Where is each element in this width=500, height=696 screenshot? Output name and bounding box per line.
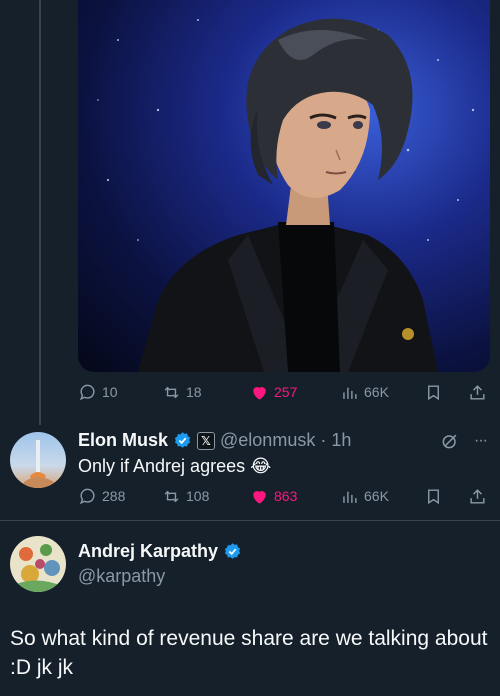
time-separator: · — [320, 430, 327, 450]
more-options-icon[interactable]: ··· — [474, 432, 488, 450]
author-name[interactable]: Elon Musk — [78, 430, 168, 451]
views-button[interactable]: 66K — [340, 484, 389, 508]
reply-header: Elon Musk 𝕏 @elonmusk · 1h — [78, 430, 351, 451]
share-icon — [470, 488, 485, 504]
grok-icon[interactable] — [440, 431, 460, 451]
share-button[interactable] — [468, 484, 487, 508]
repost-count: 18 — [186, 384, 202, 400]
views-icon — [343, 387, 357, 399]
repost-button[interactable]: 108 — [162, 484, 209, 508]
reply-button[interactable]: 10 — [78, 380, 118, 404]
share-button[interactable] — [468, 380, 487, 404]
main-tweet-text: So what kind of revenue share are we tal… — [10, 627, 488, 679]
x-affiliate-icon: 𝕏 — [197, 431, 216, 450]
reply-icon — [79, 384, 95, 400]
bookmark-button[interactable] — [424, 484, 443, 508]
author-name[interactable]: Andrej Karpathy — [78, 541, 218, 562]
bookmark-button[interactable] — [424, 380, 443, 404]
heart-icon — [253, 490, 266, 504]
main-tweet-header: Andrej Karpathy — [78, 541, 242, 562]
reply-count: 10 — [102, 384, 118, 400]
views-count: 66K — [364, 384, 389, 400]
like-count: 257 — [274, 384, 298, 400]
reply-text-content: Only if Andrej agrees — [78, 456, 246, 476]
reply-count: 288 — [102, 488, 126, 504]
repost-button[interactable]: 18 — [162, 380, 202, 404]
divider — [0, 520, 500, 521]
like-button[interactable]: 863 — [250, 484, 297, 508]
reply-icon — [79, 488, 95, 504]
author-handle[interactable]: @elonmusk — [220, 430, 315, 451]
avatar[interactable] — [10, 536, 66, 592]
views-icon — [343, 491, 357, 503]
repost-count: 108 — [186, 488, 210, 504]
heart-icon — [253, 386, 266, 400]
verified-badge-icon — [223, 542, 242, 561]
views-button[interactable]: 66K — [340, 380, 389, 404]
views-count: 66K — [364, 488, 389, 504]
reply-header-actions: ··· — [440, 431, 488, 451]
author-handle[interactable]: @karpathy — [78, 566, 165, 587]
share-icon — [470, 384, 485, 400]
like-button[interactable]: 257 — [250, 380, 297, 404]
verified-badge-icon — [173, 431, 192, 450]
reply-text: Only if Andrej agrees 😂 — [78, 454, 271, 478]
tweet-image[interactable] — [78, 0, 490, 372]
bookmark-icon — [428, 384, 439, 400]
rocket-avatar-image — [24, 440, 54, 488]
painted-avatar-image — [16, 544, 62, 592]
timestamp[interactable]: 1h — [331, 430, 351, 451]
top-tweet-action-bar: 10 18 257 66K — [78, 380, 490, 404]
thread-line — [39, 0, 41, 425]
reply-action-bar: 288 108 863 66K — [78, 484, 490, 508]
reply-button[interactable]: 288 — [78, 484, 125, 508]
repost-icon — [164, 386, 179, 398]
anime-portrait-illustration — [97, 18, 475, 372]
like-count: 863 — [274, 488, 298, 504]
repost-icon — [164, 490, 179, 502]
avatar[interactable] — [10, 432, 66, 488]
tears-of-joy-emoji: 😂 — [250, 456, 272, 476]
bookmark-icon — [428, 488, 439, 504]
